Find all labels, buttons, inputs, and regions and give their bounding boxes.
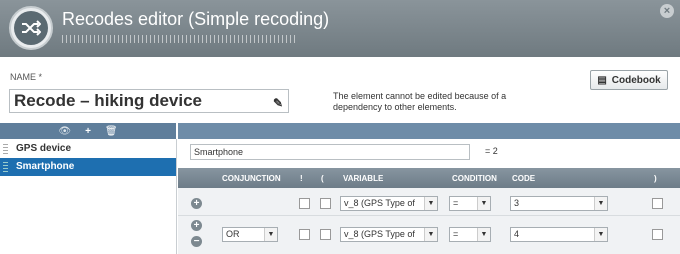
code-select[interactable]: 4 ▼ bbox=[510, 227, 608, 242]
add-row-icon[interactable]: + bbox=[191, 220, 202, 231]
dropdown-arrow-icon[interactable]: ▼ bbox=[424, 228, 437, 241]
col-condition: CONDITION bbox=[452, 174, 497, 183]
open-paren-checkbox[interactable] bbox=[320, 198, 331, 209]
list-item-label: Smartphone bbox=[16, 161, 75, 172]
remove-row-icon[interactable]: − bbox=[191, 236, 202, 247]
not-checkbox[interactable] bbox=[299, 198, 310, 209]
name-field[interactable]: Recode – hiking device ✎ bbox=[9, 89, 289, 113]
dropdown-arrow-icon[interactable]: ▼ bbox=[477, 228, 490, 241]
col-not: ! bbox=[300, 174, 303, 183]
shuffle-icon bbox=[14, 11, 48, 45]
col-conjunction: CONJUNCTION bbox=[222, 174, 281, 183]
condition-select[interactable]: = ▼ bbox=[449, 196, 491, 211]
variable-select[interactable]: v_8 (GPS Type of ▼ bbox=[340, 227, 438, 242]
name-value: Recode – hiking device bbox=[14, 91, 203, 110]
title-bar: Recodes editor (Simple recoding) × bbox=[0, 0, 680, 57]
dropdown-arrow-icon[interactable]: ▼ bbox=[424, 197, 437, 210]
dropdown-arrow-icon[interactable]: ▼ bbox=[264, 228, 277, 241]
conjunction-select[interactable]: OR ▼ bbox=[222, 227, 278, 242]
dropdown-arrow-icon[interactable]: ▼ bbox=[477, 197, 490, 210]
list-toolbar: 👁 + 🗑 bbox=[0, 123, 176, 139]
open-paren-checkbox[interactable] bbox=[320, 229, 331, 240]
list-item-gps-device[interactable]: GPS device bbox=[0, 140, 176, 158]
add-row-icon[interactable]: + bbox=[191, 198, 202, 209]
not-checkbox[interactable] bbox=[299, 229, 310, 240]
col-variable: VARIABLE bbox=[343, 174, 384, 183]
close-icon[interactable]: × bbox=[660, 4, 674, 18]
codebook-label: Codebook bbox=[611, 74, 661, 86]
dropdown-arrow-icon[interactable]: ▼ bbox=[594, 228, 607, 241]
code-value: = 2 bbox=[485, 146, 498, 156]
eye-icon[interactable]: 👁 bbox=[58, 126, 71, 137]
condition-select[interactable]: = ▼ bbox=[449, 227, 491, 242]
app-logo bbox=[9, 6, 53, 50]
detail-header bbox=[178, 123, 680, 139]
col-close-paren: ) bbox=[654, 174, 657, 183]
window-title: Recodes editor (Simple recoding) bbox=[62, 9, 330, 29]
list-item-label: GPS device bbox=[16, 143, 72, 154]
name-label: NAME * bbox=[10, 72, 43, 82]
list-item-smartphone[interactable]: Smartphone bbox=[0, 158, 176, 176]
variable-select[interactable]: v_8 (GPS Type of ▼ bbox=[340, 196, 438, 211]
pencil-icon[interactable]: ✎ bbox=[273, 94, 283, 112]
dependency-notice: The element cannot be edited because of … bbox=[333, 91, 507, 112]
code-select[interactable]: 3 ▼ bbox=[510, 196, 608, 211]
close-paren-checkbox[interactable] bbox=[652, 229, 663, 240]
col-code: CODE bbox=[512, 174, 536, 183]
drag-handle-icon[interactable] bbox=[3, 162, 8, 172]
drag-handle-icon[interactable] bbox=[3, 144, 8, 154]
codebook-icon: ▤ bbox=[597, 74, 607, 86]
close-paren-checkbox[interactable] bbox=[652, 198, 663, 209]
value-label-input[interactable]: Smartphone bbox=[190, 144, 470, 160]
plus-icon[interactable]: + bbox=[85, 126, 91, 137]
codebook-button[interactable]: ▤ Codebook bbox=[590, 70, 668, 90]
decorative-ruler bbox=[62, 35, 297, 43]
dropdown-arrow-icon[interactable]: ▼ bbox=[594, 197, 607, 210]
panel-divider bbox=[176, 139, 177, 254]
trash-icon[interactable]: 🗑 bbox=[105, 126, 118, 137]
col-open-paren: ( bbox=[321, 174, 324, 183]
